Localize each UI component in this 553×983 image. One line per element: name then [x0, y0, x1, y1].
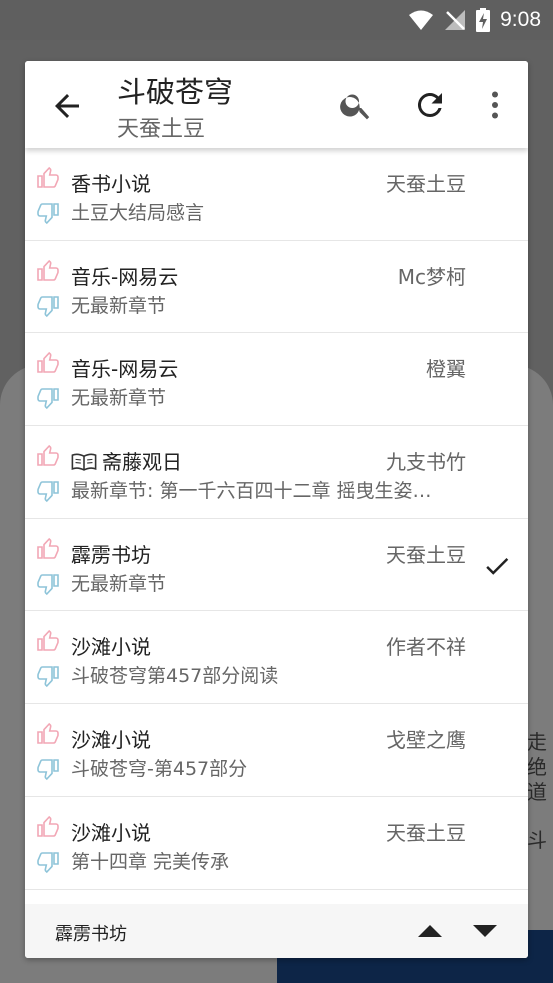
thumb-down-icon[interactable]: [36, 757, 60, 781]
change-source-dialog: 斗破苍穹 天蚕土豆 香书小说 天蚕土豆 土豆大结局感言 音乐-网易云 Mc梦柯 …: [25, 61, 528, 958]
source-name-text: 斋藤观日: [102, 450, 182, 475]
thumb-down-icon[interactable]: [36, 294, 60, 318]
search-icon[interactable]: [338, 87, 374, 123]
source-name: 沙滩小说: [71, 817, 151, 846]
source-item[interactable]: 沙滩小说 戈壁之鹰 斗破苍穹-第457部分: [25, 704, 528, 797]
source-name-text: 沙滩小说: [71, 728, 151, 753]
latest-chapter: 无最新章节: [71, 294, 167, 317]
source-name: 香书小说: [71, 168, 151, 197]
source-name-text: 沙滩小说: [71, 820, 151, 845]
source-name-text: 香书小说: [71, 172, 151, 196]
latest-chapter: 无最新章节: [71, 387, 167, 410]
source-list: 香书小说 天蚕土豆 土豆大结局感言 音乐-网易云 Mc梦柯 无最新章节 音乐-网…: [25, 148, 528, 904]
source-name: 音乐-网易云: [71, 261, 178, 290]
book-title: 斗破苍穹: [117, 75, 234, 109]
source-name-text: 音乐-网易云: [71, 264, 179, 289]
source-author: 戈壁之鹰: [386, 728, 466, 753]
thumb-up-icon[interactable]: [36, 815, 60, 839]
scroll-down-triangle-icon[interactable]: [472, 920, 498, 942]
source-name-text: 霹雳书坊: [71, 542, 151, 567]
latest-chapter: 土豆大结局感言: [71, 202, 205, 224]
source-item[interactable]: 斋藤观日 九支书竹 最新章节: 第一千六百四十二章 摇曳生姿…: [25, 426, 528, 519]
source-item[interactable]: 音乐-网易云 Mc梦柯 无最新章节: [25, 241, 528, 334]
background-text: 斗: [527, 828, 547, 852]
source-name-text: 音乐-网易云: [71, 357, 179, 382]
thumb-up-icon[interactable]: [36, 537, 60, 561]
thumb-down-icon[interactable]: [36, 664, 60, 688]
thumb-up-icon[interactable]: [36, 259, 60, 283]
source-author: 天蚕土豆: [386, 172, 466, 196]
thumb-down-icon[interactable]: [36, 201, 60, 225]
latest-chapter: 无最新章节: [71, 572, 167, 595]
scroll-up-triangle-icon[interactable]: [417, 920, 443, 942]
bottom-bar: 霹雳书坊: [25, 904, 528, 958]
source-item[interactable]: 沙滩小说 作者不祥 斗破苍穹第457部分阅读: [25, 611, 528, 705]
source-item[interactable]: 音乐-网易云 橙翼 无最新章节: [25, 333, 528, 427]
battery-charging-icon: [476, 8, 491, 32]
source-item[interactable]: 霹雳书坊 天蚕土豆 无最新章节: [25, 519, 528, 612]
thumb-down-icon[interactable]: [36, 572, 60, 596]
latest-chapter: 第十四章 完美传承: [71, 850, 230, 873]
thumb-up-icon[interactable]: [36, 722, 60, 746]
source-author: 橙翼: [426, 357, 466, 382]
refresh-icon[interactable]: [412, 87, 448, 123]
thumb-up-icon[interactable]: [36, 166, 60, 190]
latest-chapter: 斗破苍穹-第457部分: [71, 758, 248, 781]
background-text: 道: [527, 780, 547, 804]
source-name: 沙滩小说: [71, 724, 151, 753]
open-book-icon: [71, 453, 97, 471]
source-name: 斋藤观日: [71, 446, 182, 475]
check-icon: [486, 557, 509, 575]
status-bar: 9:08: [0, 0, 553, 40]
thumb-down-icon[interactable]: [36, 479, 60, 503]
dialog-toolbar: 斗破苍穹 天蚕土豆: [25, 61, 528, 148]
source-author: 天蚕土豆: [386, 542, 466, 567]
thumb-up-icon[interactable]: [36, 444, 60, 468]
latest-chapter: 最新章节: 第一千六百四十二章 摇曳生姿…: [71, 480, 432, 503]
thumb-up-icon[interactable]: [36, 351, 60, 375]
source-author: 九支书竹: [386, 450, 466, 475]
source-name: 霹雳书坊: [71, 539, 151, 568]
thumb-up-icon[interactable]: [36, 629, 60, 653]
source-author: 天蚕土豆: [386, 820, 466, 845]
source-author: Mc梦柯: [397, 264, 466, 289]
more-vertical-icon[interactable]: [477, 87, 513, 123]
wifi-icon: [409, 10, 434, 30]
source-author: 作者不祥: [386, 635, 466, 660]
source-name: 沙滩小说: [71, 631, 151, 660]
back-arrow-icon[interactable]: [49, 88, 85, 124]
source-name-text: 沙滩小说: [71, 635, 151, 660]
book-author: 天蚕土豆: [117, 117, 206, 142]
no-signal-icon: [445, 10, 466, 30]
status-icons: 9:08: [408, 7, 541, 33]
source-item[interactable]: 沙滩小说 天蚕土豆 第十四章 完美传承: [25, 797, 528, 890]
source-item[interactable]: 香书小说 天蚕土豆 土豆大结局感言: [25, 148, 528, 241]
thumb-down-icon[interactable]: [36, 850, 60, 874]
latest-chapter: 斗破苍穹第457部分阅读: [71, 665, 279, 688]
thumb-down-icon[interactable]: [36, 386, 60, 410]
source-name: 音乐-网易云: [71, 353, 178, 382]
status-time: 9:08: [500, 8, 541, 31]
current-source-label[interactable]: 霹雳书坊: [55, 920, 127, 946]
